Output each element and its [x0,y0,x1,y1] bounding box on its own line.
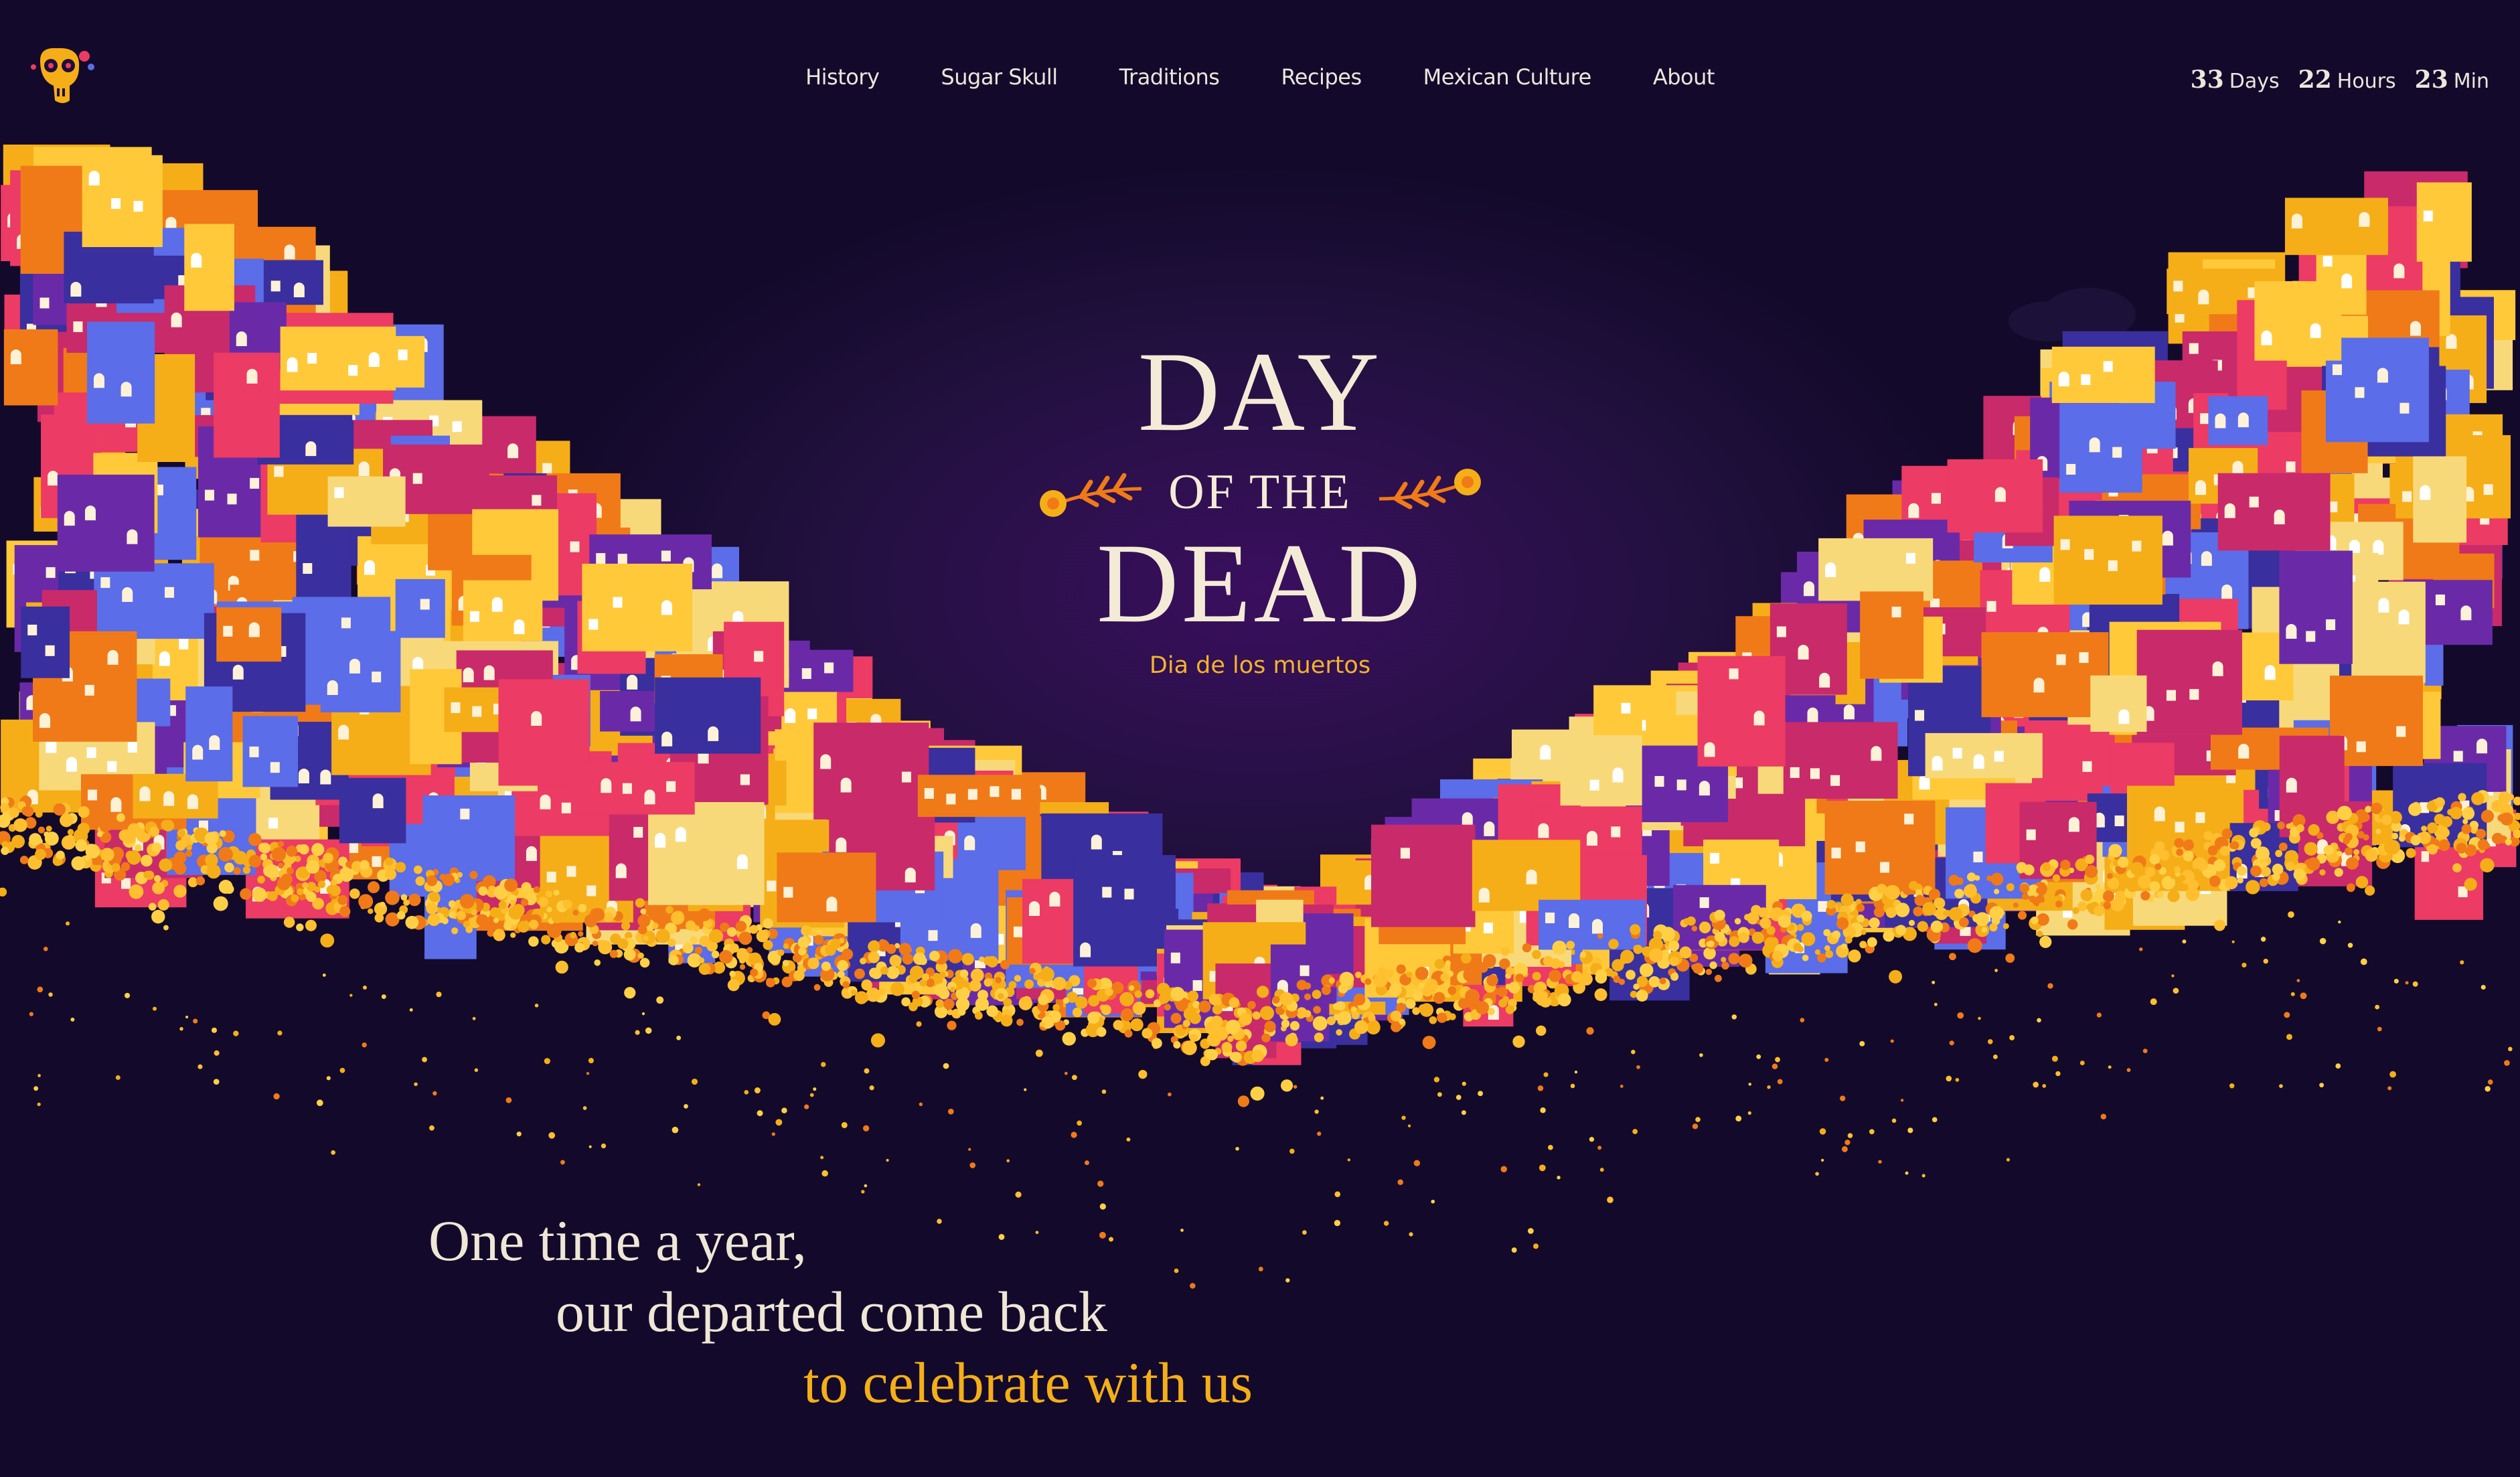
countdown-minutes-value: 23 [2414,66,2448,94]
countdown-hours: 22 Hours [2298,66,2396,94]
hero-title-day: DAY [1137,329,1383,455]
marigold-sprig-left-icon [1040,473,1142,517]
building [648,801,765,905]
background-scene [0,0,2520,1477]
hero-title-middle: OF THE [0,455,2520,529]
sugar-skull-logo[interactable] [27,47,100,107]
building [1824,800,1936,895]
tagline-line-3: to celebrate with us [803,1350,1253,1415]
countdown-minutes-unit: Min [2453,70,2489,93]
building [339,777,406,844]
sugar-skull-icon [31,48,94,103]
building [242,716,299,787]
building [82,155,163,248]
building [1560,735,1642,806]
nav-about[interactable]: About [1653,64,1715,90]
building [1371,824,1476,927]
building [777,852,876,923]
building [600,690,661,732]
main-nav: History Sugar Skull Traditions Recipes M… [805,64,1715,90]
building [185,686,233,782]
building [2416,182,2472,262]
building [572,762,695,815]
building [2284,198,2388,255]
countdown-days-value: 33 [2190,66,2224,94]
nav-recipes[interactable]: Recipes [1281,64,1362,90]
countdown-hours-unit: Hours [2337,70,2396,93]
countdown-days: 33 Days [2191,66,2280,94]
countdown-timer: 33 Days 22 Hours 23 Min [2191,66,2489,94]
nav-mexican-culture[interactable]: Mexican Culture [1423,64,1592,90]
tagline: One time a year, our departed come back … [428,1205,1253,1418]
hero-title-block: DAY OF THE DEAD Dia de los muertos [0,335,2520,679]
nav-sugar-skull[interactable]: Sugar Skull [941,64,1058,90]
building [2090,675,2147,732]
nav-traditions[interactable]: Traditions [1119,64,1220,90]
nav-history[interactable]: History [805,64,880,90]
building [813,722,929,820]
building [655,677,761,754]
hero-title-dead: DEAD [1096,520,1424,646]
marigold-sprig-right-icon [1379,469,1481,510]
building [1925,732,2043,779]
building [1539,899,1646,950]
countdown-minutes: 23 Min [2415,66,2489,94]
building [917,775,1040,818]
building [184,224,234,311]
tagline-line-2: our departed come back [556,1279,1107,1344]
countdown-hours-value: 22 [2298,66,2332,94]
tagline-line-1: One time a year, [428,1209,807,1273]
hero-title-of-the: OF THE [1168,465,1352,520]
countdown-days-unit: Days [2229,70,2280,93]
building [1783,722,1898,799]
hero-subtitle: Dia de los muertos [1149,652,1371,679]
